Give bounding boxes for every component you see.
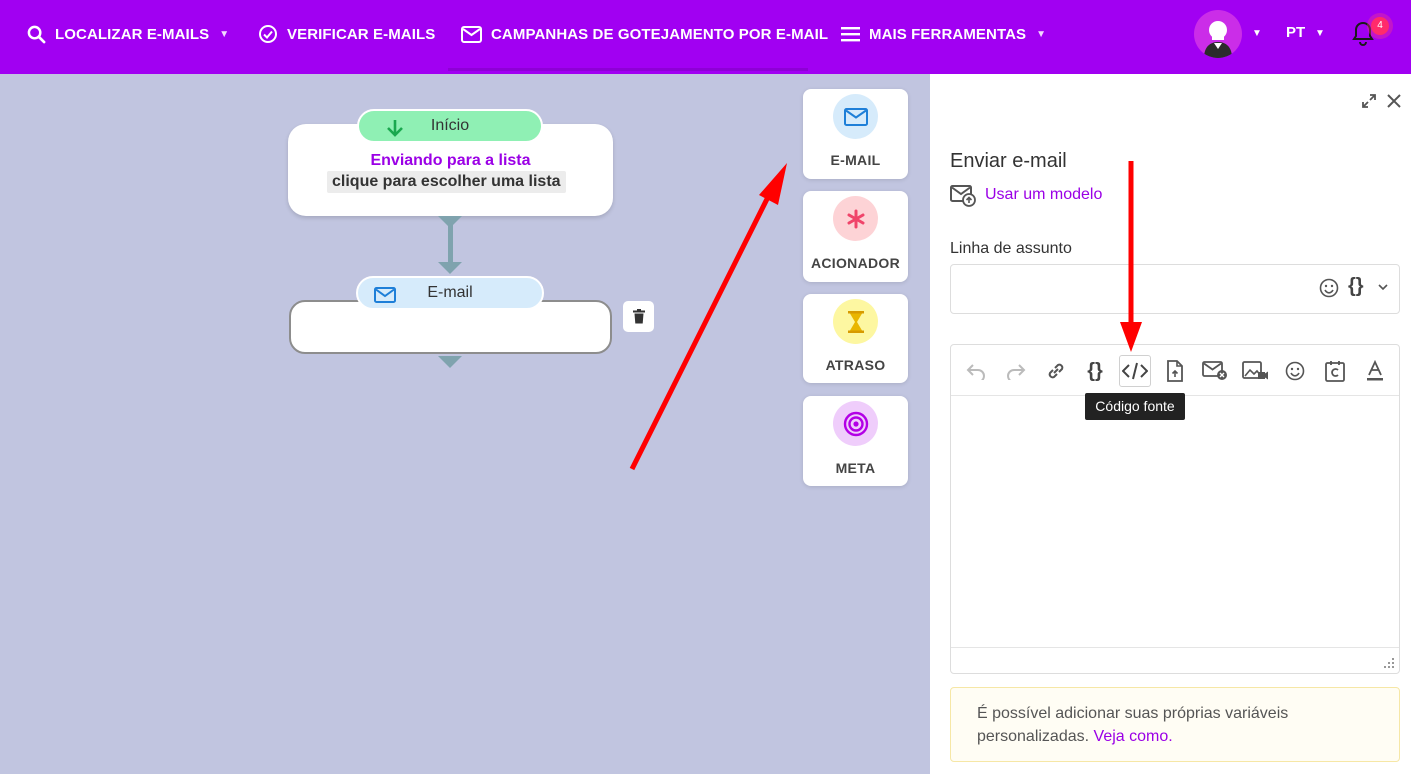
active-tab-indicator — [448, 68, 808, 71]
nav-more-tools-label: MAIS FERRAMENTAS — [869, 25, 1027, 43]
search-icon — [27, 25, 46, 43]
see-how-link[interactable]: Veja como. — [1094, 728, 1173, 745]
check-circle-icon — [259, 25, 277, 43]
palette-delay[interactable]: ATRASO — [803, 294, 908, 383]
sending-to-list-text: Enviando para a lista — [370, 152, 531, 169]
email-body-editor[interactable]: {} Código fonte — [950, 344, 1400, 674]
palette-goal-label: META — [835, 460, 876, 476]
variables-icon[interactable]: {} — [1079, 355, 1111, 387]
palette-email-label: E-MAIL — [830, 152, 881, 168]
use-template-link[interactable]: Usar um modelo — [985, 186, 1102, 204]
nav-verify-emails-label: VERIFICAR E-MAILS — [287, 25, 436, 43]
text-color-icon[interactable] — [1359, 355, 1391, 387]
palette-goal[interactable]: META — [803, 396, 908, 486]
envelope-icon — [833, 94, 878, 139]
close-icon[interactable] — [1387, 94, 1401, 108]
insert-file-icon[interactable] — [1159, 355, 1191, 387]
chevron-down-icon: ▼ — [219, 28, 230, 40]
chevron-down-icon[interactable]: ▼ — [1252, 28, 1262, 39]
nav-drip-campaigns[interactable]: CAMPANHAS DE GOTEJAMENTO POR E-MAIL — [461, 0, 828, 68]
hamburger-menu-icon — [841, 27, 860, 42]
nav-drip-campaigns-label: CAMPANHAS DE GOTEJAMENTO POR E-MAIL — [491, 25, 829, 43]
envelope-icon — [374, 287, 396, 303]
redo-icon[interactable] — [1000, 355, 1032, 387]
chevron-down-icon: ▼ — [1036, 28, 1047, 40]
hourglass-icon — [833, 299, 878, 344]
envelope-icon — [461, 25, 482, 43]
nav-find-emails-label: LOCALIZAR E-MAILS — [55, 25, 210, 43]
flow-connector — [448, 218, 453, 266]
avatar[interactable] — [1194, 10, 1242, 58]
link-icon[interactable] — [1040, 355, 1072, 387]
expand-icon[interactable] — [1362, 94, 1376, 108]
custom-variables-info: É possível adicionar suas próprias variá… — [950, 687, 1400, 762]
palette-email[interactable]: E-MAIL — [803, 89, 908, 179]
chevron-down-icon[interactable]: ▼ — [1315, 28, 1325, 39]
start-node-label: Início — [430, 117, 470, 134]
variables-icon[interactable]: {} — [1348, 275, 1364, 298]
resize-handle-icon[interactable] — [1383, 657, 1395, 669]
asterisk-icon — [833, 196, 878, 241]
palette-trigger[interactable]: ACIONADOR — [803, 191, 908, 282]
email-node-label: E-mail — [427, 284, 473, 301]
undo-icon[interactable] — [960, 355, 992, 387]
insert-media-icon[interactable] — [1239, 355, 1271, 387]
arrow-down-icon — [387, 120, 403, 137]
delete-node-button[interactable] — [623, 301, 654, 332]
panel-title: Enviar e-mail — [950, 150, 1067, 172]
chevron-down-icon[interactable] — [1378, 284, 1388, 291]
nav-more-tools[interactable]: MAIS FERRAMENTAS ▼ — [841, 0, 1046, 68]
emoji-icon[interactable] — [1319, 278, 1339, 298]
start-node-header: Início — [357, 109, 543, 143]
emoji-icon[interactable] — [1279, 355, 1311, 387]
target-icon — [833, 401, 878, 446]
editor-status-bar — [951, 647, 1399, 673]
send-email-panel: Enviar e-mail Usar um modelo Linha de as… — [930, 74, 1411, 774]
custom-block-icon[interactable] — [1319, 355, 1351, 387]
palette-delay-label: ATRASO — [825, 357, 886, 373]
connector-arrow-head — [438, 262, 462, 274]
source-code-tooltip: Código fonte — [1085, 393, 1185, 420]
template-envelope-icon — [950, 185, 976, 207]
connector-arrow-head — [438, 356, 462, 368]
language-selector[interactable]: PT — [1286, 24, 1305, 41]
editor-toolbar: {} Código fonte — [951, 345, 1399, 420]
annotation-arrow-to-email — [629, 163, 787, 471]
notification-badge: 4 — [1371, 17, 1389, 35]
trash-icon — [632, 309, 645, 324]
nav-find-emails[interactable]: LOCALIZAR E-MAILS ▼ — [27, 0, 229, 68]
user-icon — [1204, 21, 1232, 58]
palette-trigger-label: ACIONADOR — [810, 255, 901, 271]
top-navigation-bar: LOCALIZAR E-MAILS ▼ VERIFICAR E-MAILS CA… — [0, 0, 1411, 74]
subject-label: Linha de assunto — [950, 240, 1072, 257]
nav-verify-emails[interactable]: VERIFICAR E-MAILS — [258, 0, 435, 68]
source-code-icon[interactable] — [1119, 355, 1151, 387]
unsubscribe-icon[interactable] — [1199, 355, 1231, 387]
email-node-header: E-mail — [356, 276, 544, 310]
choose-list-link[interactable]: clique para escolher uma lista — [327, 171, 566, 193]
